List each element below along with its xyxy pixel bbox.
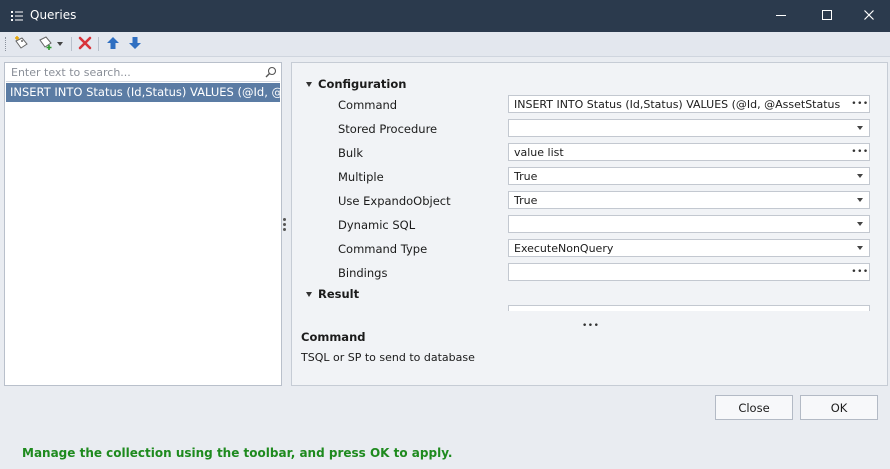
category-result[interactable]: Result (306, 286, 359, 302)
close-icon (863, 9, 875, 24)
add-from-template-button[interactable] (37, 35, 55, 53)
command-value: INSERT INTO Status (Id,Status) VALUES (@… (514, 98, 844, 111)
toolbar-grip (5, 37, 7, 51)
property-name-command: Command (338, 98, 398, 112)
move-down-button[interactable] (126, 35, 144, 53)
chevron-down-icon (857, 246, 863, 250)
title-bar: Queries (0, 0, 890, 32)
ellipsis-icon: ••• (851, 147, 869, 157)
bulk-value: value list (514, 146, 564, 159)
search-input[interactable]: Enter text to search... (11, 66, 131, 79)
minimize-button[interactable] (763, 0, 799, 32)
category-label: Result (318, 287, 360, 301)
clipped-property-field[interactable] (508, 305, 870, 311)
ellipsis-button[interactable]: ••• (851, 265, 869, 279)
move-down-icon (128, 36, 142, 53)
property-grid: Configuration Command INSERT INTO Status… (292, 63, 887, 311)
delete-icon (78, 36, 92, 53)
bindings-field[interactable]: ••• (508, 263, 870, 281)
dropdown-button[interactable] (852, 241, 868, 255)
search-box[interactable]: Enter text to search... (6, 64, 280, 82)
dropdown-button[interactable] (852, 193, 868, 207)
chevron-down-icon (57, 42, 63, 46)
multiple-value: True (514, 170, 538, 183)
minimize-icon (775, 9, 787, 24)
command-field[interactable]: INSERT INTO Status (Id,Status) VALUES (@… (508, 95, 870, 113)
command-type-value: ExecuteNonQuery (514, 242, 614, 255)
category-label: Configuration (318, 77, 407, 91)
ellipsis-button[interactable]: ••• (851, 97, 869, 111)
close-button[interactable]: Close (715, 395, 793, 420)
query-list-panel: Enter text to search... INSERT INTO Stat… (4, 62, 282, 386)
dropdown-button[interactable] (852, 217, 868, 231)
toolbar-separator (71, 37, 72, 51)
stored-procedure-field[interactable] (508, 119, 870, 137)
add-query-button[interactable] (12, 35, 30, 53)
property-name-stored-procedure: Stored Procedure (338, 122, 438, 136)
window-title: Queries (30, 8, 77, 22)
collapse-arrow-icon (306, 81, 312, 87)
list-item[interactable]: INSERT INTO Status (Id,Status) VALUES (@… (6, 83, 280, 102)
delete-button[interactable] (76, 35, 94, 53)
vertical-splitter[interactable] (283, 218, 287, 232)
chevron-down-icon (857, 222, 863, 226)
horizontal-splitter[interactable]: ••• (582, 317, 599, 331)
add-query-icon (13, 35, 29, 54)
list-icon (10, 9, 24, 23)
add-dropdown-button[interactable] (55, 35, 65, 53)
bulk-field[interactable]: value list ••• (508, 143, 870, 161)
chevron-down-icon (857, 174, 863, 178)
description-title: Command (301, 330, 366, 344)
move-up-button[interactable] (104, 35, 122, 53)
property-grid-panel: Configuration Command INSERT INTO Status… (291, 62, 888, 386)
dropdown-button[interactable] (852, 169, 868, 183)
search-icon (265, 66, 277, 78)
property-name-command-type: Command Type (338, 242, 428, 256)
ellipsis-button[interactable]: ••• (851, 145, 869, 159)
add-from-template-icon (38, 35, 54, 54)
property-name-bulk: Bulk (338, 146, 364, 160)
chevron-down-icon (857, 198, 863, 202)
dropdown-button[interactable] (852, 121, 868, 135)
dynamic-sql-field[interactable] (508, 215, 870, 233)
ok-button[interactable]: OK (800, 395, 878, 420)
multiple-field[interactable]: True (508, 167, 870, 185)
maximize-icon (821, 9, 833, 24)
property-name-bindings: Bindings (338, 266, 388, 280)
ellipsis-icon: ••• (851, 99, 869, 109)
close-window-button[interactable] (851, 0, 887, 32)
use-expandoobject-value: True (514, 194, 538, 207)
description-text: TSQL or SP to send to database (301, 351, 475, 364)
maximize-button[interactable] (809, 0, 845, 32)
move-up-icon (106, 36, 120, 53)
property-name-multiple: Multiple (338, 170, 384, 184)
collapse-arrow-icon (306, 291, 312, 297)
use-expandoobject-field[interactable]: True (508, 191, 870, 209)
command-type-field[interactable]: ExecuteNonQuery (508, 239, 870, 257)
toolbar-separator (98, 37, 99, 51)
ellipsis-icon: ••• (851, 267, 869, 277)
chevron-down-icon (857, 126, 863, 130)
list-item-label: INSERT INTO Status (Id,Status) VALUES (@… (10, 85, 280, 99)
category-configuration[interactable]: Configuration (306, 76, 406, 92)
property-name-use-expandoobject: Use ExpandoObject (338, 194, 451, 208)
status-message: Manage the collection using the toolbar,… (22, 446, 453, 460)
toolbar (0, 32, 890, 57)
property-name-dynamic-sql: Dynamic SQL (338, 218, 416, 232)
grip-dots-icon: ••• (582, 321, 600, 331)
